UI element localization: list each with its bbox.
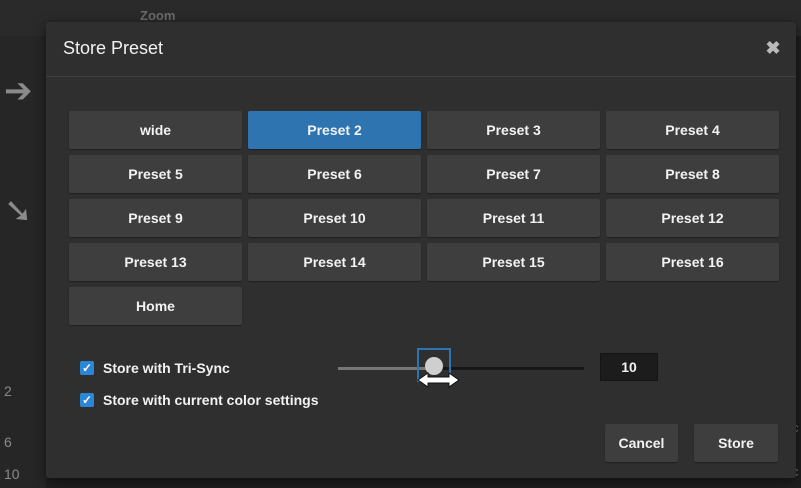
preset-button[interactable]: Preset 8	[606, 155, 779, 193]
preset-button[interactable]: Preset 15	[427, 243, 600, 281]
preset-button[interactable]: Preset 14	[248, 243, 421, 281]
tri-sync-checkbox[interactable]: ✓	[80, 361, 94, 375]
preset-button[interactable]: Preset 9	[69, 199, 242, 237]
cancel-button[interactable]: Cancel	[605, 424, 678, 462]
preset-button[interactable]: wide	[69, 111, 242, 149]
slider-value-box[interactable]: 10	[600, 353, 658, 381]
tri-sync-label: Store with Tri-Sync	[103, 360, 230, 376]
background-number: 6	[4, 434, 12, 450]
preset-button[interactable]: Preset 13	[69, 243, 242, 281]
arrow-down-right-icon: ➘	[4, 192, 33, 230]
close-icon[interactable]: ✖	[764, 39, 782, 57]
horizontal-resize-cursor-icon	[417, 372, 460, 388]
preset-button[interactable]: Preset 2	[248, 111, 421, 149]
preset-button[interactable]: Preset 4	[606, 111, 779, 149]
store-button[interactable]: Store	[694, 424, 778, 462]
background-left-panel: ➔ ➘ 2 6 10	[0, 36, 46, 488]
arrow-right-icon: ➔	[4, 72, 33, 110]
preset-button[interactable]: Preset 5	[69, 155, 242, 193]
background-number: 2	[4, 383, 12, 399]
preset-button[interactable]: Preset 3	[427, 111, 600, 149]
preset-button[interactable]: Home	[69, 287, 242, 325]
dialog-header: Store Preset ✖	[46, 22, 796, 77]
preset-button[interactable]: Preset 6	[248, 155, 421, 193]
preset-button[interactable]: Preset 10	[248, 199, 421, 237]
dialog-title: Store Preset	[63, 38, 164, 58]
preset-button[interactable]: Preset 16	[606, 243, 779, 281]
tri-sync-option[interactable]: ✓ Store with Tri-Sync	[80, 360, 230, 376]
preset-grid: wide Preset 2 Preset 3 Preset 4 Preset 5 Pres…	[69, 111, 779, 325]
background-zoom-label: Zoom	[140, 8, 176, 23]
background-number: 10	[4, 466, 20, 482]
preset-button[interactable]: Preset 7	[427, 155, 600, 193]
preset-button[interactable]: Preset 12	[606, 199, 779, 237]
color-settings-option[interactable]: ✓ Store with current color settings	[80, 392, 318, 408]
color-settings-checkbox[interactable]: ✓	[80, 393, 94, 407]
preset-button[interactable]: Preset 11	[427, 199, 600, 237]
tri-sync-slider[interactable]	[338, 367, 584, 370]
store-preset-dialog: Store Preset ✖ wide Preset 2 Preset 3 Prese…	[46, 22, 796, 478]
color-settings-label: Store with current color settings	[103, 392, 319, 408]
